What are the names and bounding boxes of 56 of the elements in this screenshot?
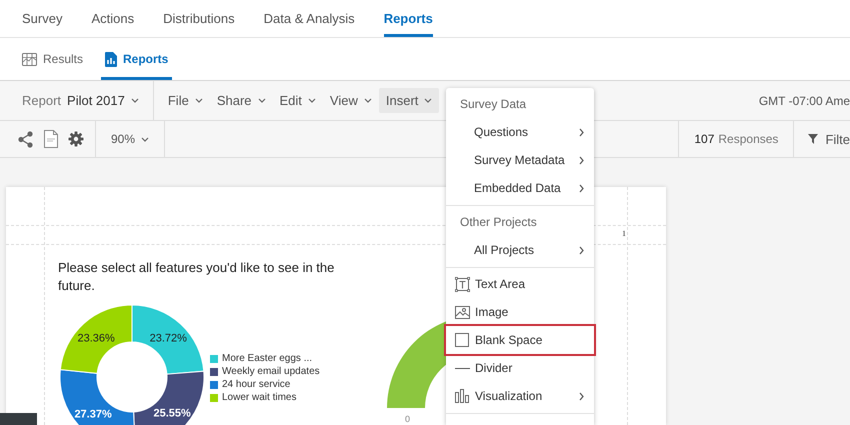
chart-title: Please select all features you'd like to see in the future. — [58, 259, 336, 295]
menu-button[interactable]: Insert — [378, 88, 440, 113]
nav-tab[interactable]: Survey — [22, 0, 62, 37]
caret-icon — [424, 98, 432, 103]
menu-item[interactable]: Questions — [446, 118, 594, 146]
legend-label: Lower wait times — [222, 392, 296, 403]
legend-label: Weekly email updates — [222, 366, 320, 377]
menu-button[interactable]: File — [160, 88, 210, 113]
bar-chart-document-icon — [105, 52, 118, 66]
menu-item[interactable]: Embedded Data — [446, 174, 594, 202]
caret-icon — [130, 98, 139, 103]
image-icon — [454, 306, 470, 318]
menu-button[interactable]: Edit — [272, 88, 323, 113]
slice-value-label: 23.72% — [150, 332, 187, 345]
nav-tab[interactable]: Actions — [91, 0, 134, 37]
nav-tab[interactable]: Data & Analysis — [264, 0, 355, 37]
caret-icon — [364, 98, 372, 103]
bar-chart-icon — [454, 389, 470, 403]
page-number: 1 — [622, 229, 626, 238]
timezone-text: GMT -07:00 Ame — [758, 94, 850, 108]
caret-icon — [194, 98, 203, 103]
funnel-icon — [808, 134, 818, 144]
slice-value-label: 23.36% — [78, 332, 115, 344]
sub-tab[interactable]: Results — [18, 38, 88, 80]
horizontal-line-icon — [454, 366, 470, 370]
caret-icon — [258, 98, 266, 103]
menu-item[interactable]: All Projects — [446, 236, 594, 264]
legend-label: 24 hour service — [222, 379, 290, 390]
menu-item[interactable]: Text Area — [446, 270, 594, 298]
caret-icon — [308, 98, 316, 103]
menu-item[interactable]: Image — [446, 298, 594, 326]
report-name-dropdown[interactable]: Report Pilot 2017 — [0, 81, 154, 120]
slice-value-label: 27.37% — [74, 408, 112, 421]
caret-icon — [141, 136, 150, 142]
menu-item[interactable]: Blank Space — [446, 326, 594, 354]
chart-image-icon — [22, 52, 37, 66]
share-icon[interactable] — [17, 130, 34, 148]
filter-button[interactable]: Filte — [794, 121, 850, 157]
response-count: 107 Responses — [678, 121, 794, 157]
menu-heading: Other Projects — [459, 214, 537, 231]
menu-item[interactable]: Survey Metadata — [446, 146, 594, 174]
menu-button[interactable]: View — [322, 88, 379, 113]
document-icon[interactable] — [44, 130, 58, 148]
square-icon — [455, 333, 469, 347]
menu-item[interactable]: Divider — [446, 354, 594, 382]
menu-button[interactable]: Share — [210, 88, 273, 113]
text-box-icon — [454, 276, 470, 292]
settings-icon[interactable] — [68, 131, 84, 147]
dark-panel — [0, 413, 37, 425]
nav-tab[interactable]: Distributions — [163, 0, 235, 37]
menu-heading: Survey Data — [459, 96, 526, 113]
gauge-tick-label: 0 — [405, 414, 410, 424]
zoom-dropdown[interactable]: 90% — [96, 121, 166, 157]
legend-label: More Easter eggs ... — [222, 353, 312, 364]
slice-value-label: 25.55% — [153, 407, 191, 420]
menu-item[interactable]: Visualization — [446, 382, 594, 410]
